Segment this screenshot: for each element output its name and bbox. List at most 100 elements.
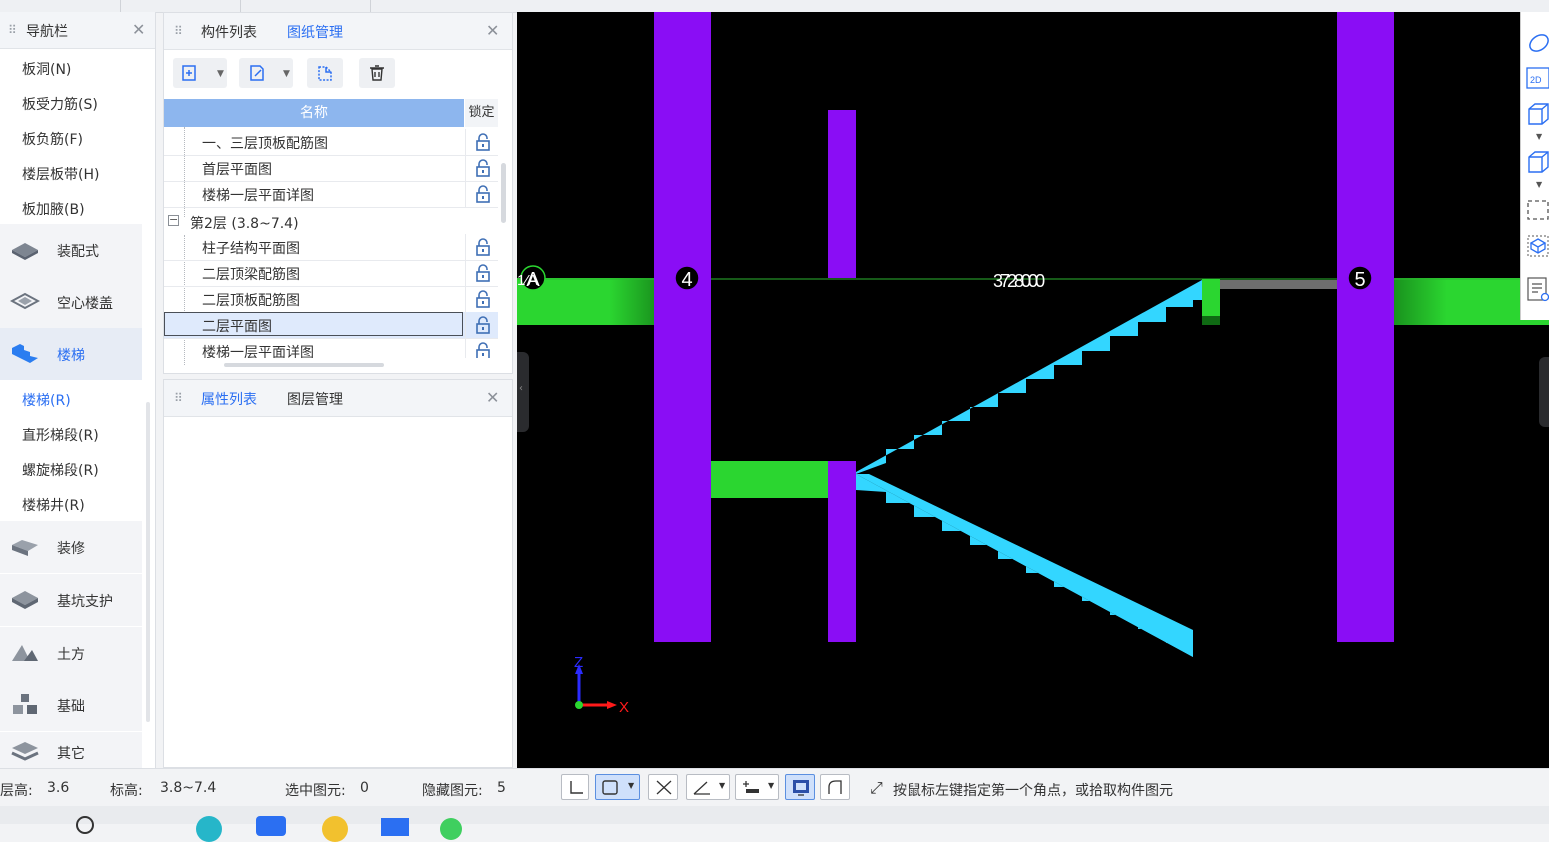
component-view-icon[interactable] bbox=[1526, 234, 1549, 258]
landing-beam[interactable] bbox=[711, 461, 828, 498]
drawing-row[interactable]: 一、三层顶板配筋图 bbox=[164, 129, 498, 156]
column-axis-5[interactable] bbox=[1337, 12, 1394, 642]
drawing-row[interactable]: 二层顶梁配筋图 bbox=[164, 260, 498, 287]
stair-flight-upper[interactable] bbox=[856, 280, 1202, 474]
tab-drawing-management[interactable]: 图纸管理 bbox=[287, 22, 343, 42]
drawing-row[interactable]: 楼梯一层平面详图 bbox=[164, 338, 498, 358]
chevron-down-icon[interactable]: ▼ bbox=[628, 781, 634, 790]
chevron-down-icon[interactable]: ▼ bbox=[283, 69, 290, 79]
delete-drawing-button[interactable] bbox=[359, 58, 395, 88]
nav-item-board-hole[interactable]: 板洞(N) bbox=[22, 59, 71, 79]
chevron-down-icon[interactable]: ▼ bbox=[768, 781, 774, 790]
category-decoration[interactable]: 装修 bbox=[0, 521, 142, 573]
view-3d-icon[interactable] bbox=[1526, 102, 1549, 126]
lock-icon[interactable] bbox=[475, 290, 491, 308]
chevron-down-icon[interactable]: ▼ bbox=[1536, 180, 1542, 189]
app-icon[interactable] bbox=[196, 816, 222, 842]
nav-item-negative-rebar[interactable]: 板负筋(F) bbox=[22, 129, 83, 149]
monitor-icon bbox=[793, 780, 809, 796]
category-pit-support[interactable]: 基坑支护 bbox=[0, 574, 142, 626]
tab-layer-management[interactable]: 图层管理 bbox=[287, 389, 343, 409]
column-axis-4[interactable] bbox=[654, 12, 711, 642]
stair-top-block[interactable] bbox=[1202, 279, 1220, 316]
lock-icon[interactable] bbox=[475, 133, 491, 151]
app-icon[interactable] bbox=[440, 818, 462, 840]
split-drawing-button[interactable] bbox=[307, 58, 343, 88]
window-select-icon[interactable] bbox=[1526, 198, 1549, 222]
chevron-down-icon[interactable]: ▼ bbox=[1536, 132, 1542, 141]
curve-button[interactable] bbox=[820, 774, 850, 800]
layer-list-icon[interactable] bbox=[1526, 276, 1549, 302]
grip-icon[interactable]: ⠿ bbox=[174, 24, 183, 38]
category-other[interactable]: 其它 bbox=[0, 732, 142, 768]
grip-icon[interactable]: ⠿ bbox=[174, 391, 183, 405]
nav-item-board-rebar[interactable]: 板受力筋(S) bbox=[22, 94, 98, 114]
search-icon[interactable] bbox=[76, 816, 94, 834]
category-stairs[interactable]: 楼梯 bbox=[0, 328, 142, 380]
drawing-row[interactable]: 柱子结构平面图 bbox=[164, 234, 498, 261]
category-hollow-floor[interactable]: 空心楼盖 bbox=[0, 276, 142, 328]
close-icon[interactable]: ✕ bbox=[486, 21, 499, 40]
table-horizontal-scrollbar[interactable] bbox=[224, 363, 384, 367]
nav-item-stair[interactable]: 楼梯(R) bbox=[22, 390, 71, 410]
orbit-icon[interactable] bbox=[1525, 30, 1549, 56]
chevron-down-icon[interactable]: ▼ bbox=[719, 781, 725, 790]
drawing-row[interactable]: 楼梯一层平面详图 bbox=[164, 181, 498, 208]
lock-icon[interactable] bbox=[475, 238, 491, 256]
column-lower-middle[interactable] bbox=[828, 461, 856, 642]
display-toggle-button[interactable] bbox=[785, 774, 815, 800]
column-lock[interactable]: 锁定 bbox=[465, 99, 498, 127]
tab-property-list[interactable]: 属性列表 bbox=[201, 389, 257, 409]
nav-scrollbar[interactable] bbox=[146, 402, 150, 722]
lock-icon[interactable] bbox=[475, 342, 491, 358]
nav-item-board-haunch[interactable]: 板加腋(B) bbox=[22, 199, 85, 219]
edit-drawing-button[interactable]: ▼ bbox=[239, 58, 293, 88]
collapse-icon[interactable]: − bbox=[168, 214, 179, 226]
collapse-right-panel-tab[interactable] bbox=[1539, 357, 1549, 427]
nav-item-spiral-flight[interactable]: 螺旋梯段(R) bbox=[22, 460, 99, 480]
angle-icon bbox=[693, 781, 710, 795]
app-icon[interactable] bbox=[256, 816, 286, 836]
lock-icon[interactable] bbox=[475, 185, 491, 203]
add-drawing-button[interactable]: ▼ bbox=[173, 58, 227, 88]
chevron-down-icon[interactable]: ▼ bbox=[217, 69, 224, 79]
collapse-left-panel-tab[interactable]: ‹ bbox=[517, 352, 529, 432]
cad-viewport[interactable]: A 4 5 1⁄A 3728000 Z X ‹ 2D ▼ ▼ bbox=[517, 12, 1549, 768]
lock-icon[interactable] bbox=[475, 159, 491, 177]
close-icon[interactable]: ✕ bbox=[132, 20, 145, 39]
nav-item-stairwell[interactable]: 楼梯井(R) bbox=[22, 495, 85, 515]
lock-icon[interactable] bbox=[475, 264, 491, 282]
column-upper-middle[interactable] bbox=[828, 110, 856, 278]
axis-label-4: 4 bbox=[681, 269, 692, 291]
offset-button[interactable]: ▼ bbox=[735, 774, 779, 800]
nav-item-floor-band[interactable]: 楼层板带(H) bbox=[22, 164, 99, 184]
category-foundation[interactable]: 基础 bbox=[0, 679, 142, 731]
app-icon[interactable] bbox=[381, 818, 409, 836]
polar-button[interactable]: ▼ bbox=[686, 774, 730, 800]
drawing-row-selected[interactable]: 二层平面图 bbox=[164, 312, 498, 339]
column-name[interactable]: 名称 bbox=[164, 99, 464, 127]
floor-group-row[interactable]: − 第2层 (3.8~7.4) bbox=[164, 209, 498, 235]
elevation-value: 3.8~7.4 bbox=[160, 780, 217, 796]
drawing-canvas[interactable]: A 4 5 1⁄A 3728000 Z X bbox=[517, 12, 1549, 768]
drawing-row[interactable]: 二层顶板配筋图 bbox=[164, 286, 498, 313]
grip-icon[interactable]: ⠿ bbox=[8, 23, 17, 37]
tab-component-list[interactable]: 构件列表 bbox=[201, 22, 257, 42]
selected-count-label: 选中图元: bbox=[285, 783, 346, 799]
category-earthwork[interactable]: 土方 bbox=[0, 627, 142, 679]
wall-segment[interactable] bbox=[1219, 280, 1337, 289]
close-icon[interactable]: ✕ bbox=[486, 388, 499, 407]
ortho-button[interactable] bbox=[561, 774, 589, 800]
box-view-icon[interactable] bbox=[1526, 150, 1549, 174]
table-vertical-scrollbar[interactable] bbox=[501, 163, 506, 223]
drawing-row[interactable]: 首层平面图 bbox=[164, 155, 498, 182]
dynamic-input-button[interactable] bbox=[648, 774, 678, 800]
view-2d-icon[interactable]: 2D bbox=[1526, 67, 1549, 89]
app-icon[interactable] bbox=[322, 816, 348, 842]
lock-icon[interactable] bbox=[475, 316, 491, 334]
category-prefab[interactable]: 装配式 bbox=[0, 224, 142, 276]
cross-icon bbox=[656, 780, 672, 795]
object-snap-button[interactable]: ▼ bbox=[595, 774, 640, 800]
nav-item-straight-flight[interactable]: 直形梯段(R) bbox=[22, 425, 99, 445]
stairs-icon bbox=[12, 344, 38, 363]
